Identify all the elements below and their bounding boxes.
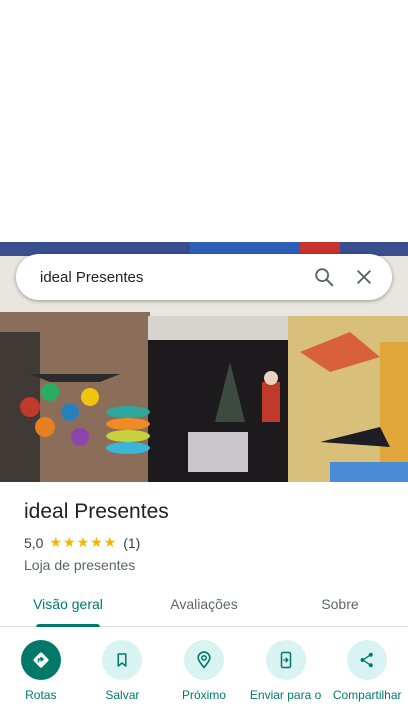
save-button[interactable]: Salvar	[86, 640, 158, 703]
rating-row[interactable]: 5,0 ★★★★★ (1)	[24, 534, 392, 551]
place-info: ideal Presentes 5,0 ★★★★★ (1) Loja de pr…	[24, 500, 392, 573]
place-category: Loja de presentes	[24, 557, 136, 573]
nearby-icon[interactable]	[183, 640, 224, 680]
nearby-button[interactable]: Próximo	[168, 640, 240, 703]
share-icon[interactable]	[347, 640, 388, 680]
close-icon[interactable]	[344, 257, 384, 297]
rating-value: 5,0	[24, 534, 44, 551]
review-count[interactable]: (1)	[123, 535, 140, 551]
map-area[interactable]	[0, 0, 408, 242]
share-button[interactable]: Compartilhar	[331, 640, 403, 703]
tab-bar: Visão geral Avaliações Sobre	[0, 582, 408, 627]
bookmark-icon[interactable]	[102, 640, 143, 680]
save-label: Salvar	[105, 688, 140, 702]
place-title: ideal Presentes	[24, 500, 169, 523]
share-label: Compartilhar	[332, 688, 402, 702]
tab-about[interactable]: Sobre	[272, 582, 408, 626]
action-bar: Rotas Salvar Próximo Enviar para o Compa…	[0, 640, 408, 703]
send-to-phone-button[interactable]: Enviar para o	[250, 640, 322, 703]
send-to-phone-label: Enviar para o	[249, 688, 322, 702]
nearby-label: Próximo	[181, 688, 226, 702]
star-rating-icon: ★★★★★	[49, 534, 118, 550]
search-icon[interactable]	[304, 257, 344, 297]
directions-icon[interactable]	[20, 640, 61, 680]
tab-reviews[interactable]: Avaliações	[136, 582, 272, 626]
directions-button[interactable]: Rotas	[5, 640, 77, 703]
directions-label: Rotas	[25, 688, 57, 702]
send-to-phone-icon[interactable]	[265, 640, 306, 680]
search-bar[interactable]: ideal Presentes	[16, 254, 392, 300]
tab-overview[interactable]: Visão geral	[0, 582, 136, 627]
search-input[interactable]: ideal Presentes	[16, 269, 304, 286]
